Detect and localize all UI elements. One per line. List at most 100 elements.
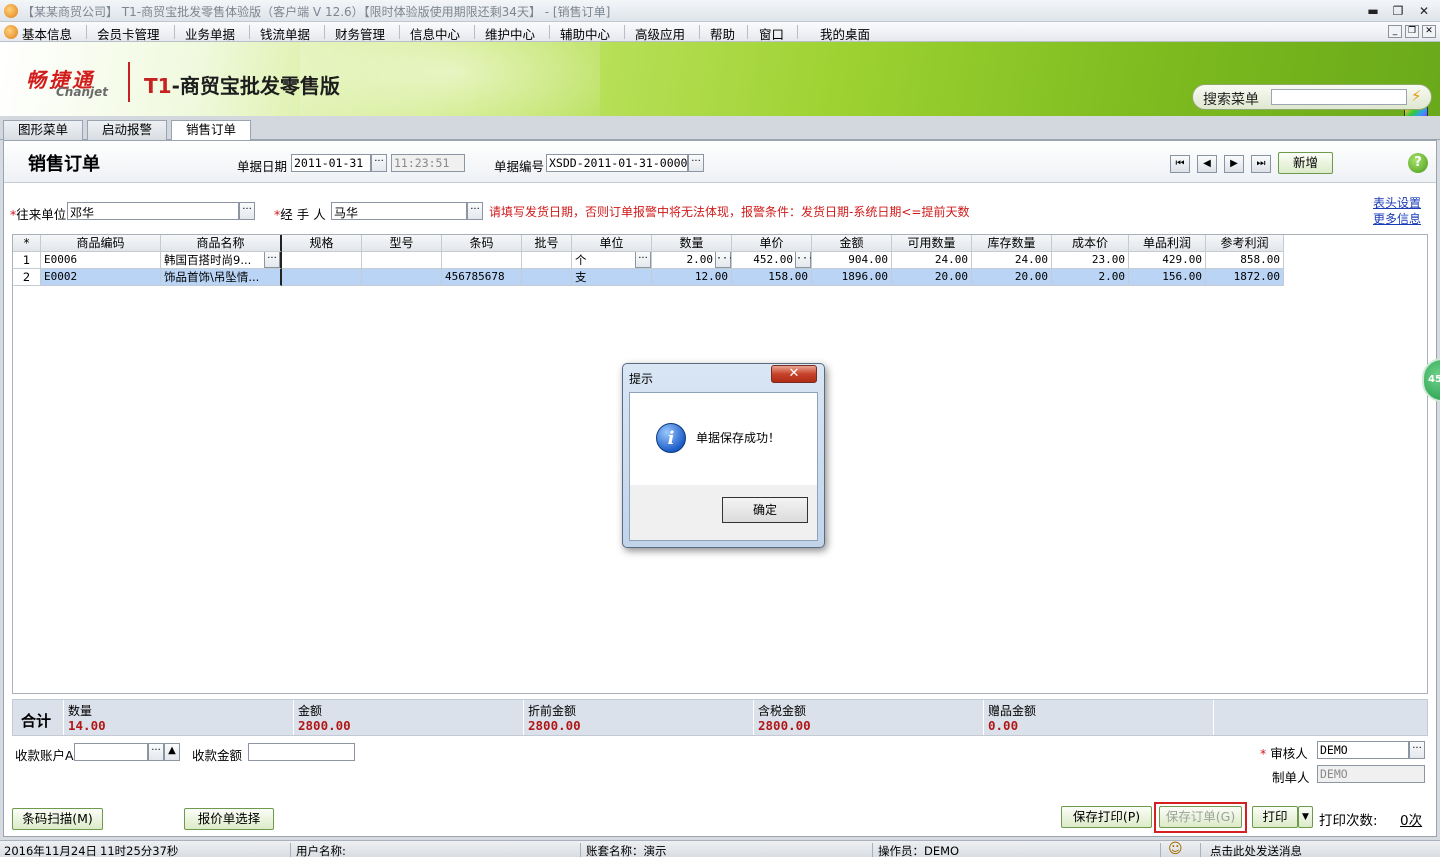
- tab-graphic-menu[interactable]: 图形菜单: [3, 120, 84, 140]
- product-picker-button[interactable]: ···: [264, 252, 280, 268]
- header-settings-link[interactable]: 表头设置: [1373, 194, 1421, 211]
- next-record-button[interactable]: ▶: [1224, 155, 1244, 173]
- table-cell-barcode[interactable]: 456785678: [442, 269, 522, 286]
- mdi-close-button[interactable]: ✕: [1422, 25, 1436, 38]
- barcode-scan-button[interactable]: 条码扫描(M): [12, 808, 103, 830]
- unit-picker-button[interactable]: ···: [635, 252, 651, 268]
- table-cell-amount[interactable]: 904.00: [812, 252, 892, 269]
- print-count-value[interactable]: 0次: [1400, 809, 1422, 829]
- unit-text: 个: [575, 253, 587, 267]
- table-cell-unit[interactable]: 支: [572, 269, 652, 286]
- table-cell-model[interactable]: [362, 269, 442, 286]
- caret-up-icon: ▲: [168, 745, 176, 756]
- auditor-input[interactable]: DEMO: [1317, 741, 1409, 759]
- grid-header-product-name[interactable]: 商品名称: [161, 235, 282, 252]
- table-cell-unit[interactable]: 个 ···: [572, 252, 652, 269]
- menu-business-docs[interactable]: 业务单据: [185, 24, 235, 43]
- close-button[interactable]: ✕: [1415, 3, 1433, 19]
- menu-finance[interactable]: 财务管理: [335, 24, 385, 43]
- table-cell-product-name[interactable]: 饰品首饰\吊坠情...: [161, 269, 282, 286]
- search-go-icon[interactable]: ⚡: [1411, 87, 1422, 105]
- table-cell-barcode[interactable]: [442, 252, 522, 269]
- tab-sales-order[interactable]: 销售订单: [171, 120, 252, 141]
- table-cell-amount[interactable]: 1896.00: [812, 269, 892, 286]
- table-cell-batch[interactable]: [522, 269, 572, 286]
- table-cell-spec[interactable]: [282, 269, 362, 286]
- table-cell-product-name[interactable]: 韩国百搭时尚9... ···: [161, 252, 282, 269]
- print-button[interactable]: 打印: [1252, 806, 1298, 828]
- account-input[interactable]: [74, 743, 148, 761]
- print-dropdown-button[interactable]: ▼: [1298, 806, 1313, 828]
- product-name: T1-商贸宝批发零售版: [144, 70, 340, 99]
- table-cell-price[interactable]: 452.00···: [732, 252, 812, 269]
- mdi-minimize-button[interactable]: _: [1388, 25, 1402, 38]
- handler-input[interactable]: 马华: [331, 202, 467, 220]
- account-picker-button[interactable]: ···: [148, 743, 164, 761]
- grid-header-amount[interactable]: 金额: [812, 235, 892, 252]
- menu-basic-info[interactable]: 基本信息: [22, 24, 72, 43]
- menu-info-center[interactable]: 信息中心: [410, 24, 460, 43]
- table-row-number[interactable]: 1: [13, 252, 41, 269]
- total-gift-amount: 赠品金额 0.00: [983, 700, 1213, 735]
- save-print-button[interactable]: 保存打印(P): [1061, 806, 1152, 828]
- grid-header-unit-profit[interactable]: 单品利润: [1129, 235, 1206, 252]
- table-cell-qty[interactable]: 12.00: [652, 269, 732, 286]
- menu-cash-docs[interactable]: 钱流单据: [260, 24, 310, 43]
- quote-select-button[interactable]: 报价单选择: [184, 808, 274, 830]
- table-cell-product-code[interactable]: E0002: [41, 269, 161, 286]
- help-icon[interactable]: ?: [1408, 153, 1428, 173]
- number-picker-button[interactable]: ···: [688, 154, 704, 172]
- partner-input[interactable]: 邓华: [67, 202, 239, 220]
- save-order-button[interactable]: 保存订单(G): [1159, 806, 1242, 828]
- grid-header-batch[interactable]: 批号: [522, 235, 572, 252]
- menu-advanced[interactable]: 高级应用: [635, 24, 685, 43]
- table-cell-batch[interactable]: [522, 252, 572, 269]
- grid-header-spec[interactable]: 规格: [282, 235, 362, 252]
- menu-maintenance[interactable]: 维护中心: [485, 24, 535, 43]
- table-cell-price[interactable]: 158.00: [732, 269, 812, 286]
- more-info-link[interactable]: 更多信息: [1373, 210, 1421, 227]
- date-input[interactable]: 2011-01-31: [291, 154, 371, 172]
- search-menu-input[interactable]: [1271, 89, 1407, 105]
- menu-help[interactable]: 帮助: [710, 24, 735, 43]
- grid-header-model[interactable]: 型号: [362, 235, 442, 252]
- menu-assist[interactable]: 辅助中心: [560, 24, 610, 43]
- qty-picker-button[interactable]: ···: [715, 252, 731, 268]
- grid-header-price[interactable]: 单价: [732, 235, 812, 252]
- handler-picker-button[interactable]: ···: [467, 202, 483, 220]
- ok-button[interactable]: 确定: [722, 497, 808, 523]
- table-cell-product-code[interactable]: E0006: [41, 252, 161, 269]
- account-spin-button[interactable]: ▲: [164, 743, 180, 761]
- menu-member-card[interactable]: 会员卡管理: [97, 24, 160, 43]
- amount-input[interactable]: [248, 743, 355, 761]
- menu-my-desktop[interactable]: 我的桌面: [820, 24, 870, 43]
- last-record-button[interactable]: ⏭: [1251, 155, 1271, 173]
- tab-startup-alarm[interactable]: 启动报警: [87, 120, 168, 140]
- grid-header-cost-price[interactable]: 成本价: [1052, 235, 1129, 252]
- table-cell-qty[interactable]: 2.00···: [652, 252, 732, 269]
- prev-record-button[interactable]: ◀: [1197, 155, 1217, 173]
- date-picker-button[interactable]: ···: [371, 154, 387, 172]
- table-row-number[interactable]: 2: [13, 269, 41, 286]
- grid-header-unit[interactable]: 单位: [572, 235, 652, 252]
- number-input[interactable]: XSDD-2011-01-31-00001: [546, 154, 688, 172]
- grid-header-qty[interactable]: 数量: [652, 235, 732, 252]
- send-message-link[interactable]: 点击此处发送消息: [1210, 843, 1302, 857]
- mdi-restore-button[interactable]: ❐: [1405, 25, 1419, 38]
- partner-picker-button[interactable]: ···: [239, 202, 255, 220]
- price-picker-button[interactable]: ···: [795, 252, 811, 268]
- first-record-button[interactable]: ⏮: [1170, 155, 1190, 173]
- menu-window[interactable]: 窗口: [759, 24, 784, 43]
- grid-header-stock-qty[interactable]: 库存数量: [972, 235, 1052, 252]
- minimize-button[interactable]: ▬: [1364, 3, 1382, 19]
- auditor-picker-button[interactable]: ···: [1409, 741, 1425, 759]
- dialog-close-button[interactable]: ✕: [771, 365, 817, 383]
- restore-button[interactable]: ❐: [1389, 3, 1407, 19]
- new-button[interactable]: 新增: [1278, 152, 1333, 174]
- grid-header-barcode[interactable]: 条码: [442, 235, 522, 252]
- table-cell-model[interactable]: [362, 252, 442, 269]
- grid-header-available-qty[interactable]: 可用数量: [892, 235, 972, 252]
- grid-header-product-code[interactable]: 商品编码: [41, 235, 161, 252]
- table-cell-spec[interactable]: [282, 252, 362, 269]
- grid-header-ref-profit[interactable]: 参考利润: [1206, 235, 1284, 252]
